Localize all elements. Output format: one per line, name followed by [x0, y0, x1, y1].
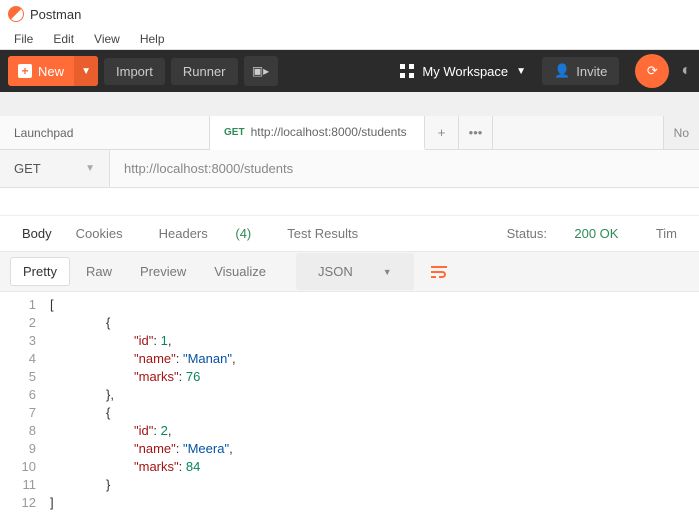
url-input[interactable]: http://localhost:8000/students — [110, 150, 699, 187]
view-preview[interactable]: Preview — [128, 258, 198, 285]
postman-logo-icon — [8, 6, 24, 22]
wrap-icon — [430, 265, 448, 279]
tab-url: http://localhost:8000/students — [251, 125, 407, 139]
menu-view[interactable]: View — [84, 30, 130, 48]
method-value: GET — [14, 161, 41, 176]
tab-launchpad-label: Launchpad — [14, 126, 73, 140]
app-title: Postman — [30, 7, 81, 22]
tab-headers[interactable]: Headers (4) — [135, 226, 276, 241]
grid-icon — [400, 64, 414, 78]
request-bar: GET ▼ http://localhost:8000/students — [0, 150, 699, 188]
new-tab-button[interactable]: + — [425, 116, 459, 149]
sync-icon: ⟳ — [647, 63, 658, 79]
tab-body[interactable]: Body — [10, 226, 64, 241]
tab-bar: Launchpad GET http://localhost:8000/stud… — [0, 116, 699, 150]
tab-headers-count: (4) — [223, 226, 263, 241]
sync-button[interactable]: ⟳ — [635, 54, 669, 88]
plus-icon: + — [18, 64, 32, 78]
capture-button[interactable]: ▣▸ — [244, 56, 278, 86]
runner-button[interactable]: Runner — [171, 58, 238, 85]
separator — [0, 188, 699, 216]
method-select[interactable]: GET ▼ — [0, 150, 110, 187]
view-raw[interactable]: Raw — [74, 258, 124, 285]
wrap-toggle[interactable] — [424, 259, 454, 285]
gray-bar — [0, 92, 699, 116]
menu-edit[interactable]: Edit — [43, 30, 84, 48]
status-code: 200 OK — [562, 226, 630, 241]
menu-bar: File Edit View Help — [0, 28, 699, 50]
view-pretty[interactable]: Pretty — [10, 257, 70, 286]
new-dropdown[interactable]: ▼ — [74, 56, 98, 86]
environment-selector[interactable]: No — [663, 116, 699, 149]
response-body: 1[ 2{ 3"id": 1, 4"name": "Manan", 5"mark… — [0, 292, 699, 516]
status-time: Tim — [644, 226, 689, 241]
invite-button[interactable]: 👤 Invite — [542, 57, 619, 85]
menu-file[interactable]: File — [4, 30, 43, 48]
person-icon: 👤 — [554, 63, 570, 79]
new-button-label: New — [38, 64, 64, 79]
import-button[interactable]: Import — [104, 58, 165, 85]
tab-request[interactable]: GET http://localhost:8000/students — [210, 116, 425, 150]
tab-method: GET — [224, 127, 245, 138]
environment-label: No — [674, 126, 689, 140]
status-area: Status: 200 OK Tim — [495, 226, 689, 241]
view-visualize[interactable]: Visualize — [202, 258, 278, 285]
tab-options-button[interactable]: ••• — [459, 116, 493, 149]
tab-test-results[interactable]: Test Results — [275, 226, 370, 241]
invite-label: Invite — [576, 64, 607, 79]
chevron-down-icon: ▼ — [85, 163, 95, 174]
workspace-selector[interactable]: My Workspace ▼ — [390, 64, 536, 79]
tab-cookies[interactable]: Cookies — [64, 226, 135, 241]
title-bar: Postman — [0, 0, 699, 28]
format-select[interactable]: JSON ▼ — [296, 253, 414, 290]
response-tabs: Body Cookies Headers (4) Test Results St… — [0, 216, 699, 252]
tab-launchpad[interactable]: Launchpad — [0, 116, 210, 149]
main-toolbar: + New ▼ Import Runner ▣▸ My Workspace ▼ … — [0, 50, 699, 92]
capture-icon[interactable]: ◐ — [681, 62, 691, 80]
format-value: JSON — [306, 258, 365, 285]
chevron-down-icon: ▼ — [516, 66, 526, 77]
menu-help[interactable]: Help — [130, 30, 175, 48]
tab-headers-label: Headers — [147, 226, 220, 241]
chevron-down-icon: ▼ — [371, 261, 404, 283]
status-label: Status: — [495, 226, 559, 241]
workspace-label: My Workspace — [422, 64, 508, 79]
new-button[interactable]: + New ▼ — [8, 56, 98, 86]
view-bar: Pretty Raw Preview Visualize JSON ▼ — [0, 252, 699, 292]
